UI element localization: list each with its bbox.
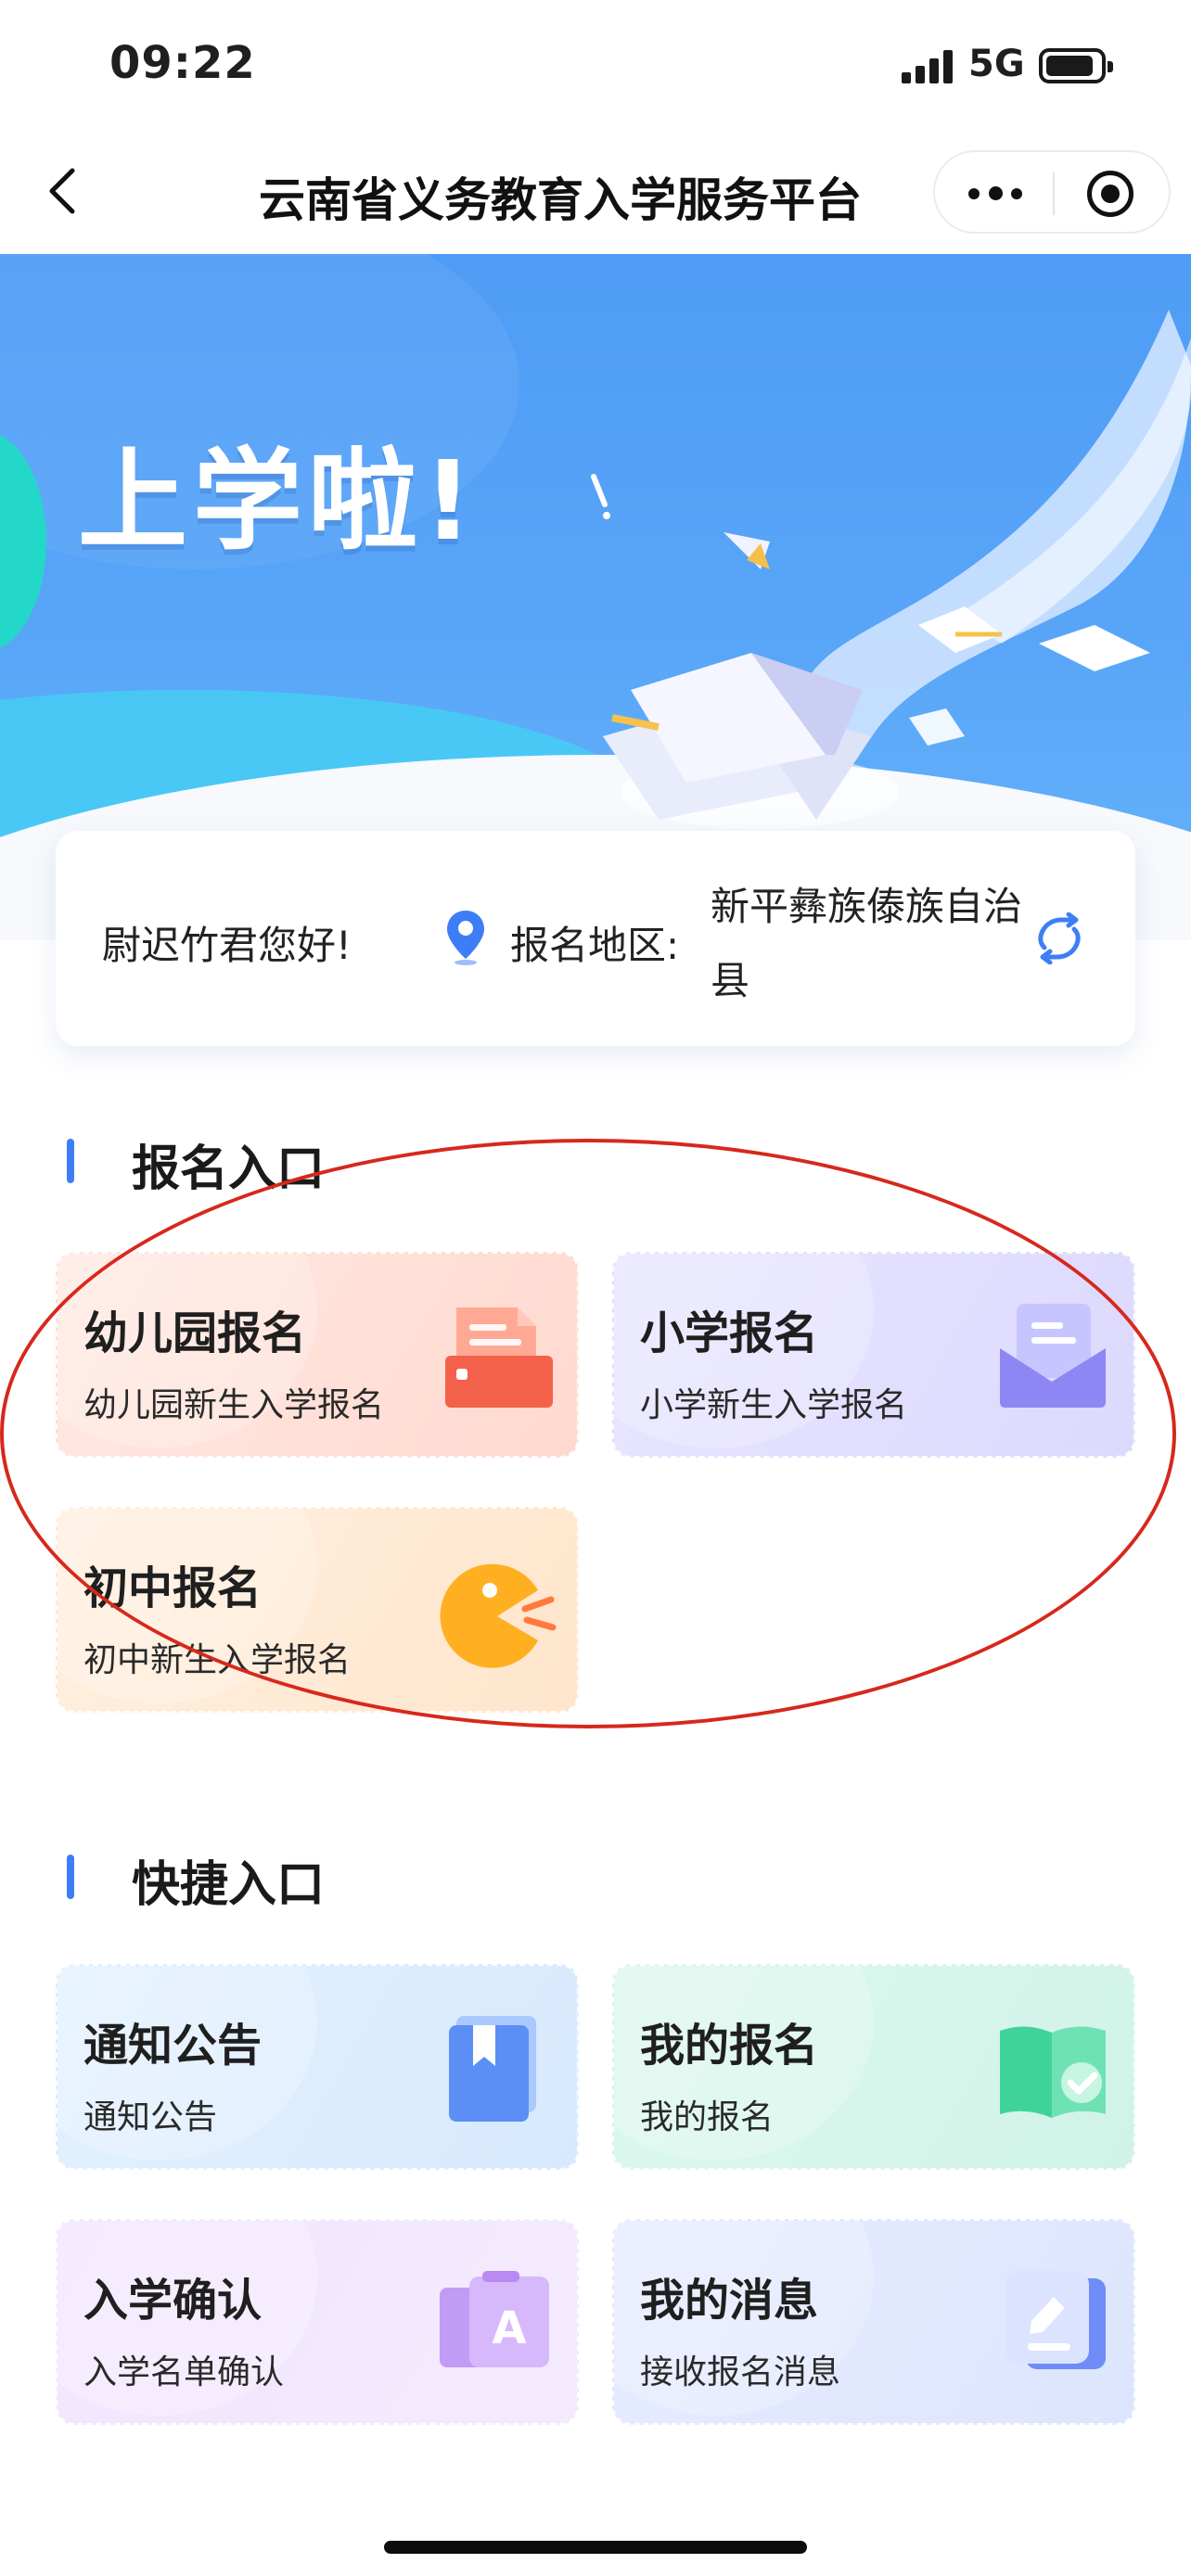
bookmark-book-icon	[449, 2016, 536, 2122]
location-pin-icon	[447, 911, 484, 965]
open-book-check-icon	[1000, 2026, 1106, 2118]
card-enrollment-confirmation[interactable]: 入学确认 入学名单确认 A	[56, 2219, 579, 2425]
network-type: 5G	[968, 43, 1025, 85]
letter-a-cards-icon: A	[440, 2271, 549, 2367]
card-subtitle: 小学新生入学报名	[640, 1386, 908, 1424]
envelope-icon	[1000, 1304, 1106, 1408]
more-button[interactable]	[967, 174, 1024, 213]
card-subtitle: 初中新生入学报名	[83, 1641, 352, 1679]
region-value: 新平彝族傣族自治县	[711, 884, 1023, 1003]
card-subtitle: 幼儿园新生入学报名	[83, 1386, 385, 1424]
signal-icon	[902, 50, 954, 83]
card-title: 幼儿园报名	[83, 1307, 307, 1359]
switch-region-icon[interactable]	[1030, 912, 1089, 964]
nav-bar: 云南省义务教育入学服务平台	[0, 130, 1191, 254]
card-title: 我的报名	[640, 2020, 819, 2072]
close-miniprogram-button[interactable]	[1087, 171, 1133, 217]
section-title-text: 报名入口	[132, 1141, 326, 1197]
edit-note-icon	[1005, 2271, 1106, 2369]
card-kindergarten-registration[interactable]: 幼儿园报名 幼儿园新生入学报名	[56, 1252, 579, 1458]
status-bar: 09:22 5G	[0, 0, 1191, 130]
card-title: 小学报名	[640, 1307, 819, 1359]
greeting-card: 尉迟竹君您好! 报名地区: 新平彝族傣族自治县	[56, 831, 1135, 1046]
pacman-icon	[440, 1563, 557, 1668]
card-my-registration[interactable]: 我的报名 我的报名	[612, 1964, 1135, 2170]
card-subtitle: 通知公告	[83, 2098, 218, 2136]
card-subtitle: 接收报名消息	[640, 2353, 841, 2391]
mini-program-capsule	[933, 150, 1171, 234]
card-subtitle: 入学名单确认	[83, 2353, 285, 2391]
card-title: 初中报名	[83, 1562, 263, 1614]
card-primary-school-registration[interactable]: 小学报名 小学新生入学报名	[612, 1252, 1135, 1458]
card-title: 通知公告	[83, 2020, 263, 2072]
greeting-text: 尉迟竹君您好!	[102, 923, 352, 968]
card-my-messages[interactable]: 我的消息 接收报名消息	[612, 2219, 1135, 2425]
section-title-text: 快捷入口	[132, 1857, 326, 1913]
card-notices[interactable]: 通知公告 通知公告	[56, 1964, 579, 2170]
card-middle-school-registration[interactable]: 初中报名 初中新生入学报名	[56, 1507, 579, 1713]
section-title-shortcuts: 快捷入口	[67, 1845, 325, 1915]
target-icon	[1101, 185, 1120, 203]
region-label: 报名地区:	[510, 923, 680, 968]
status-time: 09:22	[109, 37, 256, 89]
capsule-divider	[1053, 172, 1055, 215]
card-subtitle: 我的报名	[640, 2098, 775, 2136]
card-title: 我的消息	[640, 2275, 819, 2327]
battery-icon	[1039, 48, 1113, 83]
section-title-registration: 报名入口	[67, 1129, 325, 1199]
drawer-icon	[445, 1307, 553, 1408]
svg-text:A: A	[492, 2302, 526, 2354]
page: 09:22 5G 云南省义务教育入学服务平台 上学啦! 尉迟竹君您好! 报名地区…	[0, 0, 1191, 2576]
home-indicator	[384, 2541, 807, 2554]
card-title: 入学确认	[83, 2275, 263, 2327]
banner-headline: 上学啦!	[78, 437, 479, 565]
